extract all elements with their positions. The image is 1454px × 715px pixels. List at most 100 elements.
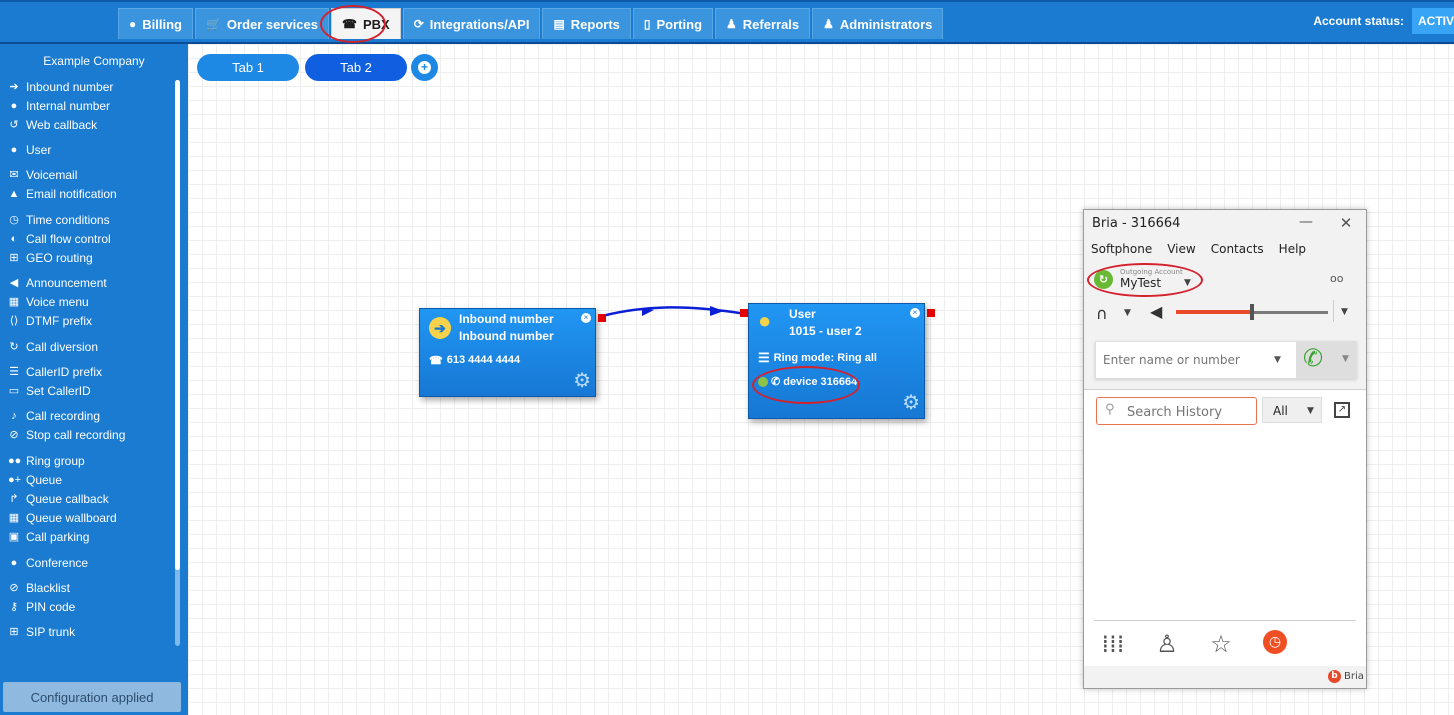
- popout-icon[interactable]: ↗: [1334, 402, 1350, 418]
- volume-slider-handle[interactable]: [1250, 304, 1254, 320]
- sidebar-item-user[interactable]: ● User: [8, 141, 52, 158]
- admin-icon: ♟: [823, 17, 834, 31]
- sidebar-item-voicemail[interactable]: ✉ Voicemail: [8, 166, 77, 183]
- redo-icon: ↻: [9, 341, 19, 353]
- menu-softphone[interactable]: Softphone: [1084, 238, 1160, 262]
- gear-icon[interactable]: ⚙: [902, 390, 920, 415]
- tab-integrations-api[interactable]: ⟳ Integrations/API: [402, 8, 541, 39]
- menu-help[interactable]: Help: [1272, 238, 1314, 262]
- sidebar-item-sip-trunk[interactable]: ⊞ SIP trunk: [8, 623, 75, 640]
- chevron-down-icon[interactable]: ▼: [1124, 308, 1131, 318]
- call-button[interactable]: ✆ ▼: [1296, 342, 1357, 378]
- sidebar-item-time-conditions[interactable]: ◷ Time conditions: [8, 211, 109, 228]
- sidebar-item-web-callback[interactable]: ↺ Web callback: [8, 116, 97, 133]
- output-port[interactable]: [598, 314, 606, 322]
- gear-icon[interactable]: ⚙: [573, 368, 591, 393]
- sidebar-item-email-notification[interactable]: ▲ Email notification: [8, 185, 117, 202]
- sidebar-item-label: Stop call recording: [26, 427, 126, 442]
- bria-title-bar: Bria - 316664 — ✕: [1084, 210, 1366, 238]
- sidebar-item-voice-menu[interactable]: ▦ Voice menu: [8, 293, 89, 310]
- sidebar-item-inbound-number[interactable]: ➔ Inbound number: [8, 78, 113, 95]
- megaphone-icon: ◀: [9, 277, 19, 289]
- sidebar-item-announcement[interactable]: ◀ Announcement: [8, 274, 107, 291]
- sidebar-item-call-flow-control[interactable]: ◐ Call flow control: [8, 230, 111, 247]
- contacts-icon[interactable]: ♙: [1152, 630, 1182, 658]
- search-history-input[interactable]: [1127, 405, 1252, 420]
- chevron-down-icon[interactable]: ▼: [1274, 355, 1281, 365]
- bria-logo-icon: b: [1328, 670, 1341, 683]
- sidebar-item-geo-routing[interactable]: ⊞ GEO routing: [8, 249, 92, 266]
- history-filter-select[interactable]: All ▼: [1262, 397, 1322, 423]
- connector-path: [602, 306, 747, 318]
- sidebar-item-label: Set CallerID: [26, 383, 91, 398]
- sidebar-item-call-diversion[interactable]: ↻ Call diversion: [8, 338, 98, 355]
- input-port[interactable]: [740, 309, 748, 317]
- sidebar-item-stop-call-recording[interactable]: ⊘ Stop call recording: [8, 426, 125, 443]
- sidebar-item-queue[interactable]: ●+ Queue: [8, 471, 62, 488]
- dial-input[interactable]: [1103, 353, 1273, 367]
- tab-1[interactable]: Tab 1: [197, 54, 299, 81]
- close-icon[interactable]: ×: [910, 308, 920, 318]
- chevron-down-icon[interactable]: ▼: [1341, 307, 1348, 317]
- user-node[interactable]: ● User 1015 - user 2 ☰ Ring mode: Ring a…: [748, 303, 925, 419]
- phone-icon: ▯: [643, 17, 651, 31]
- tab-billing[interactable]: ● Billing: [118, 8, 193, 39]
- add-tab-button[interactable]: +: [411, 54, 438, 81]
- sidebar-item-set-callerid[interactable]: ▭ Set CallerID: [8, 382, 91, 399]
- tab-2[interactable]: Tab 2: [305, 54, 407, 81]
- dialpad-icon[interactable]: ⁞⁞⁞: [1098, 630, 1128, 658]
- callback-icon: ↺: [9, 119, 19, 131]
- sidebar-scrollbar-thumb[interactable]: [175, 80, 180, 570]
- tab-porting[interactable]: ▯ Porting: [632, 8, 714, 39]
- ban-icon: ⊘: [9, 582, 19, 594]
- menu-view[interactable]: View: [1160, 238, 1203, 262]
- sidebar-item-ring-group[interactable]: ●● Ring group: [8, 452, 85, 469]
- cart-icon: 🛒: [205, 17, 221, 31]
- bria-menu-bar: Softphone View Contacts Help: [1084, 238, 1366, 262]
- chevron-down-icon[interactable]: ▼: [1184, 278, 1191, 288]
- sidebar-item-call-parking[interactable]: ▣ Call parking: [8, 528, 90, 545]
- sidebar-item-call-recording[interactable]: ♪ Call recording: [8, 407, 100, 424]
- close-icon[interactable]: ×: [581, 313, 591, 323]
- tab-referrals[interactable]: ♟ Referrals: [715, 8, 811, 39]
- sidebar-item-queue-callback[interactable]: ↱ Queue callback: [8, 490, 108, 507]
- speaker-icon[interactable]: ◀: [1150, 302, 1162, 321]
- arrow-circle-icon: ➔: [429, 317, 451, 339]
- tab-reports[interactable]: ▤ Reports: [542, 8, 631, 39]
- main-tabs: ● Billing 🛒 Order services ☎ PBX ⟳ Integrati…: [118, 8, 945, 39]
- user-icon: ●: [10, 143, 18, 156]
- sidebar-item-internal-number[interactable]: ● Internal number: [8, 97, 110, 114]
- sidebar-item-blacklist[interactable]: ⊘ Blacklist: [8, 579, 70, 596]
- outgoing-account-select[interactable]: MyTest: [1120, 276, 1161, 290]
- favorites-star-icon[interactable]: ☆: [1206, 630, 1236, 658]
- volume-slider-fill: [1176, 310, 1252, 314]
- node-subtitle: Inbound number: [459, 329, 554, 343]
- headset-icon[interactable]: ∩: [1096, 304, 1108, 323]
- divider: [1094, 620, 1356, 621]
- tab-administrators[interactable]: ♟ Administrators: [812, 8, 944, 39]
- tab-pbx[interactable]: ☎ PBX: [331, 8, 401, 39]
- voicemail-icon[interactable]: oo: [1330, 272, 1343, 285]
- grid-icon: ▦: [8, 296, 20, 308]
- sidebar-item-label: Web callback: [26, 117, 98, 132]
- sidebar-item-queue-wallboard[interactable]: ▦ Queue wallboard: [8, 509, 117, 526]
- toggle-icon: ◐: [10, 232, 18, 245]
- sidebar-item-dtmf-prefix[interactable]: ⟨⟩ DTMF prefix: [8, 312, 92, 329]
- arrow-circle-icon: ➔: [9, 81, 19, 93]
- ring-mode: Ring mode: Ring all: [773, 352, 877, 364]
- inbound-number-node[interactable]: ➔ Inbound number Inbound number ☎ 613 44…: [419, 308, 596, 397]
- menu-contacts[interactable]: Contacts: [1204, 238, 1272, 262]
- arrowhead-icon: [710, 306, 724, 316]
- chevron-down-icon[interactable]: ▼: [1342, 354, 1349, 364]
- sidebar-item-callerid-prefix[interactable]: ☰ CallerID prefix: [8, 363, 102, 380]
- search-history-box: ⚲: [1096, 397, 1257, 425]
- output-port[interactable]: [927, 309, 935, 317]
- sidebar-item-pin-code[interactable]: ⚷ PIN code: [8, 598, 75, 615]
- configuration-applied-button[interactable]: Configuration applied: [3, 682, 181, 712]
- minimize-icon[interactable]: —: [1296, 214, 1316, 230]
- sidebar-item-conference[interactable]: ● Conference: [8, 554, 88, 571]
- history-clock-icon[interactable]: ◷: [1263, 630, 1287, 654]
- tab-order-services[interactable]: 🛒 Order services: [194, 8, 329, 39]
- close-icon[interactable]: ✕: [1336, 214, 1356, 232]
- sidebar-item-label: Queue: [26, 472, 63, 487]
